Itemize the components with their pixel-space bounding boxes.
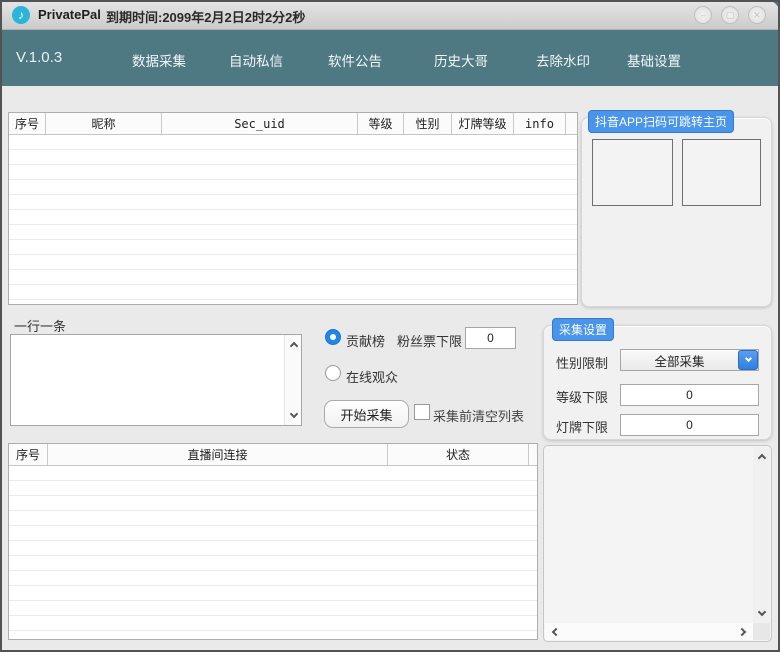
room-col-status[interactable]: 状态 xyxy=(388,444,529,465)
room-col-link[interactable]: 直播间连接 xyxy=(48,444,388,465)
dropdown-arrow-button[interactable] xyxy=(738,350,758,370)
radio-dot-icon xyxy=(330,334,336,340)
line-hint-label: 一行一条 xyxy=(14,316,66,335)
scroll-down-button[interactable] xyxy=(286,408,301,423)
scroll-down-button[interactable] xyxy=(754,606,769,621)
contribution-radio-label[interactable]: 贡献榜 xyxy=(346,331,385,350)
close-button[interactable]: ✕ xyxy=(748,6,766,24)
qr-code-placeholder-2 xyxy=(682,139,761,206)
app-logo-icon: ♪ xyxy=(12,6,30,24)
qr-panel: 抖音APP扫码可跳转主页 xyxy=(581,117,772,307)
chevron-down-icon xyxy=(289,410,297,418)
room-table-body xyxy=(9,466,537,639)
user-col-filler xyxy=(566,113,577,134)
fan-ticket-min-label: 粉丝票下限 xyxy=(397,331,462,350)
user-col-info[interactable]: info xyxy=(514,113,566,134)
room-table-header: 序号 直播间连接 状态 xyxy=(9,444,537,466)
start-collect-button[interactable]: 开始采集 xyxy=(324,400,409,428)
chevron-down-icon xyxy=(757,608,765,616)
user-col-index[interactable]: 序号 xyxy=(9,113,46,134)
log-panel xyxy=(543,445,772,642)
online-viewers-radio[interactable] xyxy=(325,365,341,381)
user-col-secuid[interactable]: Sec_uid xyxy=(162,113,358,134)
qr-panel-title: 抖音APP扫码可跳转主页 xyxy=(588,110,734,133)
close-icon: ✕ xyxy=(753,10,761,20)
contribution-radio[interactable] xyxy=(325,329,341,345)
user-table-body xyxy=(9,135,577,304)
nav-item-auto-message[interactable]: 自动私信 xyxy=(229,50,283,70)
app-window: ♪ PrivatePal 到期时间:2099年2月2日2时2分2秒 – ▢ ✕ … xyxy=(0,0,780,652)
chevron-down-icon xyxy=(744,355,751,362)
chevron-right-icon xyxy=(738,627,746,635)
room-link-textarea[interactable] xyxy=(11,335,284,425)
scroll-left-button[interactable] xyxy=(547,624,562,639)
nav-bar: V.1.0.3 数据采集 自动私信 软件公告 历史大哥 去除水印 基础设置 xyxy=(0,30,780,86)
online-viewers-radio-label[interactable]: 在线观众 xyxy=(346,367,398,386)
qr-code-placeholder-1 xyxy=(592,139,673,206)
level-min-label: 等级下限 xyxy=(556,387,608,406)
gender-limit-label: 性别限制 xyxy=(556,353,608,372)
fan-ticket-min-input[interactable] xyxy=(465,327,516,349)
textarea-scrollbar[interactable] xyxy=(284,335,301,425)
clear-before-collect-label[interactable]: 采集前清空列表 xyxy=(433,406,524,425)
level-min-input[interactable] xyxy=(620,384,759,406)
user-table-header: 序号 昵称 Sec_uid 等级 性别 灯牌等级 info xyxy=(9,113,577,135)
app-title: PrivatePal xyxy=(38,7,101,22)
minimize-button[interactable]: – xyxy=(694,6,712,24)
log-vertical-scrollbar[interactable] xyxy=(753,447,770,623)
nav-item-data-collect[interactable]: 数据采集 xyxy=(132,50,186,70)
user-col-nickname[interactable]: 昵称 xyxy=(46,113,162,134)
expiry-text: 到期时间:2099年2月2日2时2分2秒 xyxy=(106,7,305,26)
log-horizontal-scrollbar[interactable] xyxy=(545,623,753,640)
user-col-level[interactable]: 等级 xyxy=(358,113,404,134)
settings-panel-title: 采集设置 xyxy=(552,318,614,341)
user-col-gender[interactable]: 性别 xyxy=(404,113,452,134)
titlebar[interactable]: ♪ PrivatePal 到期时间:2099年2月2日2时2分2秒 – ▢ ✕ xyxy=(0,0,780,30)
maximize-icon: ▢ xyxy=(726,10,735,20)
chevron-left-icon xyxy=(552,627,560,635)
gender-limit-value: 全部采集 xyxy=(621,351,738,370)
chevron-up-icon xyxy=(757,454,765,462)
scroll-up-button[interactable] xyxy=(286,337,301,352)
chevron-up-icon xyxy=(289,342,297,350)
scroll-up-button[interactable] xyxy=(754,449,769,464)
room-link-input-box xyxy=(10,334,302,426)
room-table: 序号 直播间连接 状态 xyxy=(8,443,538,640)
maximize-button[interactable]: ▢ xyxy=(721,6,739,24)
minimize-icon: – xyxy=(700,10,705,20)
user-col-badge-level[interactable]: 灯牌等级 xyxy=(452,113,514,134)
nav-item-watermark[interactable]: 去除水印 xyxy=(536,50,590,70)
nav-item-settings[interactable]: 基础设置 xyxy=(627,50,681,70)
room-col-index[interactable]: 序号 xyxy=(9,444,48,465)
user-table: 序号 昵称 Sec_uid 等级 性别 灯牌等级 info xyxy=(8,112,578,305)
nav-item-announcement[interactable]: 软件公告 xyxy=(328,50,382,70)
version-label: V.1.0.3 xyxy=(16,49,62,66)
scrollbar-corner xyxy=(753,623,770,640)
gender-limit-dropdown[interactable]: 全部采集 xyxy=(620,349,759,371)
badge-min-label: 灯牌下限 xyxy=(556,417,608,436)
settings-panel: 采集设置 性别限制 全部采集 等级下限 灯牌下限 xyxy=(543,325,772,440)
clear-before-collect-checkbox[interactable] xyxy=(414,404,430,420)
scroll-right-button[interactable] xyxy=(736,624,751,639)
room-col-filler xyxy=(529,444,537,465)
nav-item-history[interactable]: 历史大哥 xyxy=(434,50,488,70)
badge-min-input[interactable] xyxy=(620,414,759,436)
